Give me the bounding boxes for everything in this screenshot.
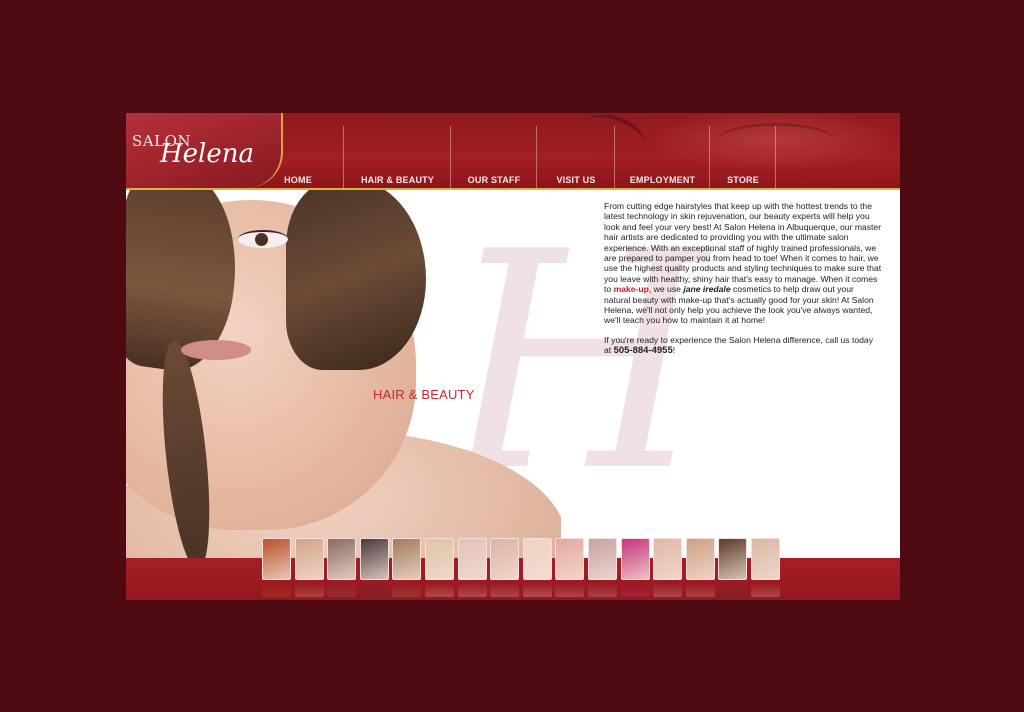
thumb-woman-face-reflection [685, 583, 715, 597]
main-nav: HOME HAIR & BEAUTY OUR STAFF VISIT US EM… [283, 126, 900, 188]
thumb-smiling-woman-reflection [392, 583, 422, 597]
site-frame: SALON Helena HOME HAIR & BEAUTY OUR STAF… [126, 113, 900, 600]
thumb-hands-reflection [653, 583, 683, 597]
thumb-curly-hair[interactable] [718, 538, 748, 580]
intro-paragraph: From cutting edge hairstyles that keep u… [604, 201, 882, 326]
thumb-woman-closed-eyes[interactable] [294, 538, 324, 580]
thumb-lips[interactable] [555, 538, 585, 580]
thumb-feet-reflection [490, 583, 520, 597]
logo-helena-text: Helena [160, 139, 255, 169]
thumb-eye[interactable] [588, 538, 617, 580]
thumb-young-woman-reflection [751, 583, 780, 597]
portrait-hair-bun [286, 190, 426, 370]
thumb-child-haircut[interactable] [327, 538, 357, 580]
thumb-woman-closed-eyes-reflection [294, 583, 324, 597]
nav-our-staff[interactable]: OUR STAFF [450, 126, 537, 188]
nav-our-staff-label: OUR STAFF [467, 175, 521, 185]
thumb-child-haircut-reflection [327, 583, 357, 597]
thumb-eye-reflection [588, 583, 617, 597]
call-paragraph: If you're ready to experience the Salon … [604, 335, 882, 357]
thumb-smiling-woman[interactable] [392, 538, 422, 580]
site-header: SALON Helena HOME HAIR & BEAUTY OUR STAF… [126, 113, 900, 188]
intro-text-part: From cutting edge hairstyles that keep u… [604, 201, 882, 295]
thumb-hands[interactable] [653, 538, 683, 580]
thumb-red-hair-reflection [262, 583, 291, 597]
thumb-stylist[interactable] [359, 538, 389, 580]
nav-home[interactable]: HOME [283, 126, 313, 188]
thumb-blonde-woman-reflection [425, 583, 454, 597]
nav-home-label: HOME [284, 175, 312, 185]
thumb-shoulder-reflection [522, 583, 552, 597]
intro-text: From cutting edge hairstyles that keep u… [604, 201, 882, 366]
nav-store[interactable]: STORE [709, 126, 776, 188]
thumb-woman-face[interactable] [685, 538, 715, 580]
nav-store-label: STORE [727, 175, 759, 185]
thumb-red-hair[interactable] [262, 538, 291, 580]
thumb-makeup-eye[interactable] [620, 538, 650, 580]
thumb-stylist-reflection [359, 583, 389, 597]
thumb-lips-reflection [555, 583, 585, 597]
logo[interactable]: SALON Helena [126, 113, 283, 188]
thumb-makeup-eye-reflection [620, 583, 650, 597]
make-up-link[interactable]: make-up [614, 284, 649, 294]
phone-number: 505-884-4955 [613, 345, 673, 357]
thumb-curly-hair-reflection [718, 583, 748, 597]
intro-text-part: , we use [648, 284, 684, 295]
thumb-hand-nails[interactable] [457, 538, 487, 580]
portrait-eye [238, 230, 288, 248]
hero-portrait-image [126, 190, 561, 558]
nav-employment-label: EMPLOYMENT [629, 175, 696, 185]
nav-visit-us-label: VISIT US [556, 175, 596, 185]
thumb-hand-nails-reflection [457, 583, 487, 597]
thumb-feet[interactable] [490, 538, 520, 580]
portrait-lips [181, 340, 251, 360]
thumb-young-woman[interactable] [751, 538, 780, 580]
jane-iredale-brand: jane iredale [683, 284, 731, 295]
thumb-blonde-woman[interactable] [425, 538, 454, 580]
call-text-part: ! [672, 345, 676, 356]
nav-employment[interactable]: EMPLOYMENT [614, 126, 710, 188]
hero-section-label: HAIR & BEAUTY [373, 387, 475, 402]
nav-visit-us[interactable]: VISIT US [536, 126, 615, 188]
thumb-shoulder[interactable] [522, 538, 552, 580]
nav-hair-beauty[interactable]: HAIR & BEAUTY [343, 126, 451, 188]
nav-hair-beauty-label: HAIR & BEAUTY [360, 175, 435, 185]
nav-divider [775, 126, 777, 188]
